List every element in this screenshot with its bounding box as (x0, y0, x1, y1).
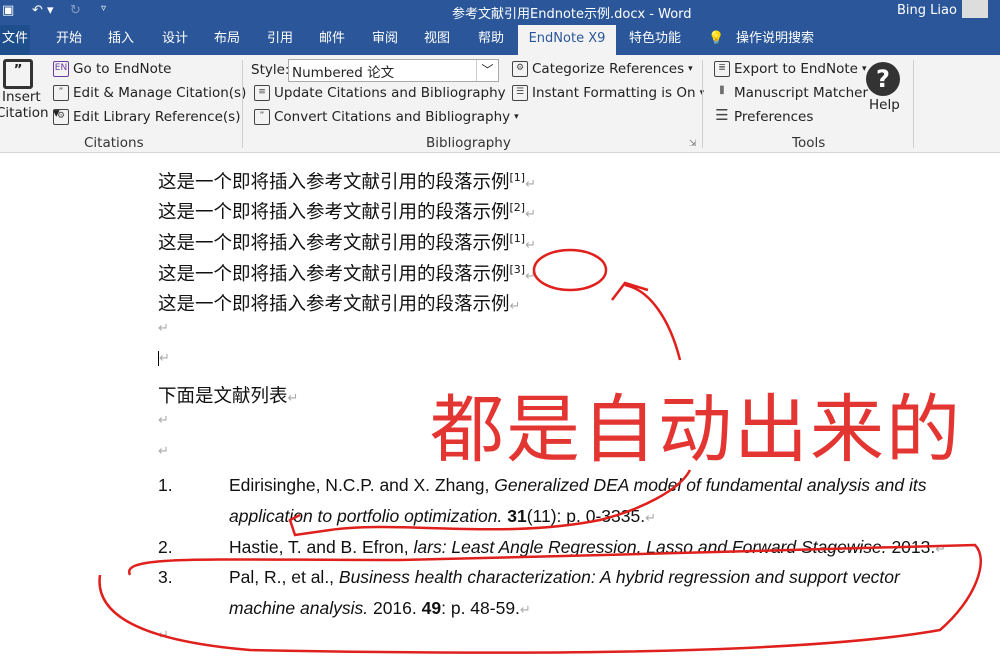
citation-circle (532, 248, 608, 292)
reference-circle (98, 543, 983, 654)
annotation-text: 都是自动出来的 (430, 387, 962, 473)
arrow-up (611, 281, 682, 361)
handwritten-annotation: 都是自动出来的 (98, 248, 983, 654)
arrow-bracket (288, 469, 692, 537)
